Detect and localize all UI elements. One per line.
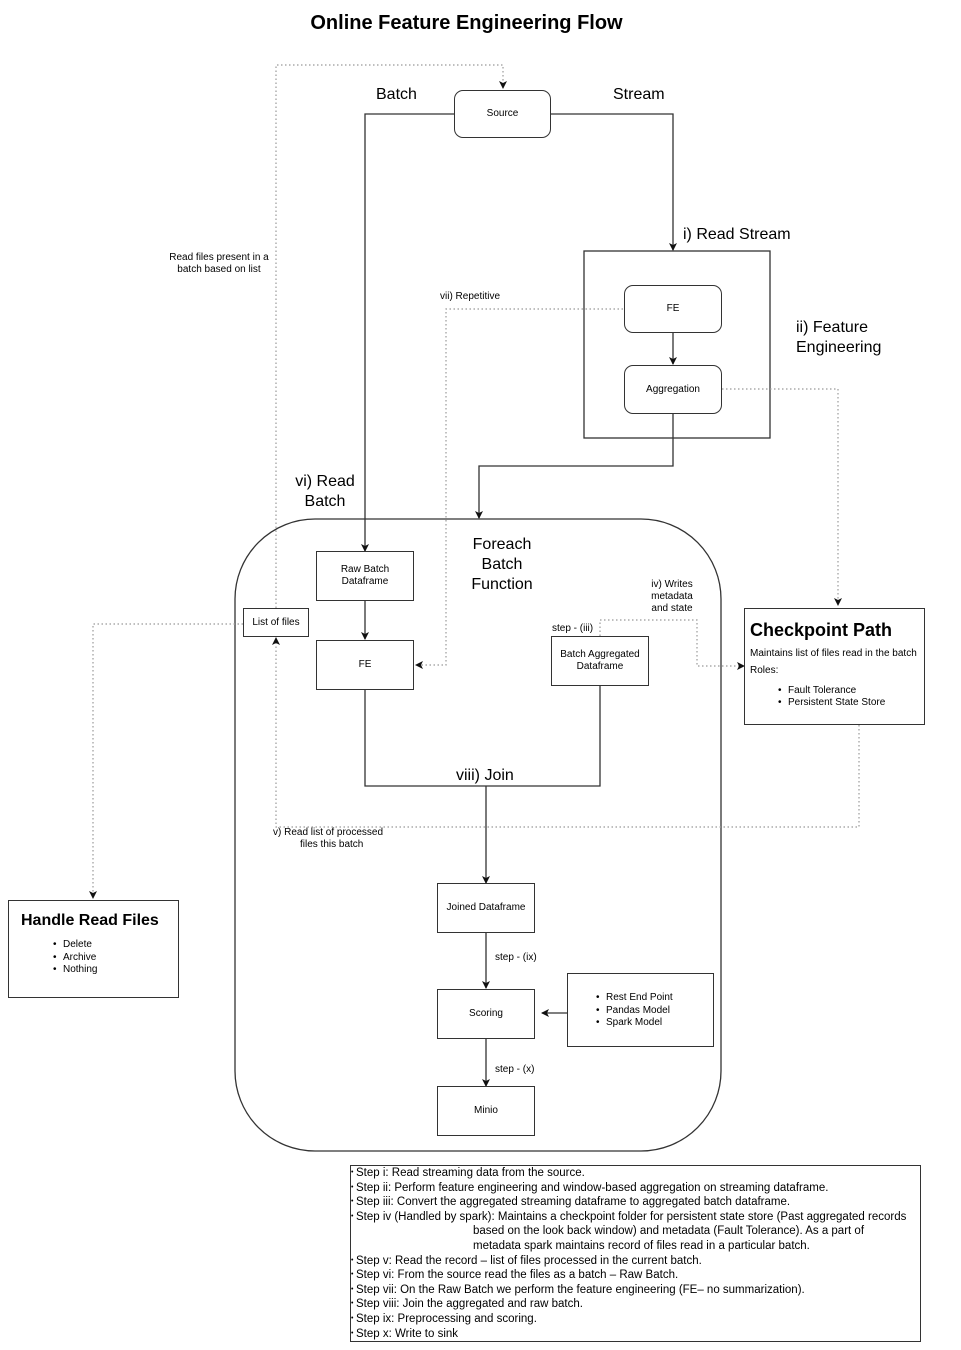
checkpoint-role-item: Fault Tolerance [778,685,924,697]
raw-batch-label-line: Dataframe [341,576,389,587]
step-text: Step viii: Join the aggregated and raw b… [356,1298,583,1311]
read-processed-label-line: v) Read list of processed [273,827,384,838]
join-label: viii) Join [456,767,514,784]
step-x-label: step - (x) [495,1064,535,1075]
batch-label: Batch [376,86,417,103]
read-processed-label-line: files this batch [300,839,364,850]
step-text: Step ii: Perform feature engineering and… [356,1181,829,1194]
read-processed-label: v) Read list of processed files this bat… [273,827,383,851]
batch-aggregated-dataframe-node[interactable]: Batch Aggregated Dataframe [551,636,649,686]
step-text: Step iii: Convert the aggregated streami… [356,1196,791,1209]
edge-source-to-stream [551,113,677,251]
scoring-node[interactable]: Scoring [437,989,535,1039]
batch-fe-label: FE [358,659,372,670]
read-batch-label: vi) Read Batch [290,472,360,512]
checkpoint-role-item: Persistent State Store [778,697,924,709]
foreach-label-line: Foreach [472,536,532,553]
step-text: Step v: Read the record – list of files … [356,1254,702,1267]
scoring-model-item: Pandas Model [596,1005,713,1018]
joined-dataframe-label: Joined Dataframe [446,902,526,913]
scoring-label: Scoring [469,1008,503,1019]
scoring-models-card: Rest End Point Pandas Model Spark Model [567,973,714,1047]
step-text: Step ix: Preprocessing and scoring. [356,1312,537,1325]
writes-metadata-label-line: and state [651,603,693,614]
step-text: Step i: Read streaming data from the sou… [356,1167,585,1179]
scoring-model-item: Spark Model [596,1017,713,1030]
read-batch-label-line: Batch [304,493,346,510]
scoring-models-list: Rest End Point Pandas Model Spark Model [596,992,713,1030]
aggregation-label: Aggregation [646,383,700,395]
edge-aggregation-to-checkpoint [722,388,842,606]
edge-list-to-handle-files [89,623,243,899]
stream-fe-label: FE [666,303,680,314]
writes-metadata-label-line: iv) Writes [651,579,693,590]
step-item: Step iii: Convert the aggregated streami… [351,1195,920,1210]
source-node-label: Source [486,108,519,119]
stream-fe-node[interactable]: FE [624,285,722,333]
step-ix-label: step - (ix) [495,952,537,963]
checkpoint-roles-list: Fault Tolerance Persistent State Store [750,685,924,709]
edge-repetitive [415,308,623,669]
step-iii-label: step - (iii) [552,623,594,634]
step-text: Step iv (Handled by spark): Maintains a … [356,1210,907,1223]
step-item: Step ix: Preprocessing and scoring. [351,1312,920,1327]
read-files-present-label: Read files present in a batch based on l… [160,252,278,276]
batch-fe-node[interactable]: FE [316,640,414,690]
feature-engineering-label-line: Engineering [796,339,882,356]
handle-read-files-list: Delete Archive Nothing [21,939,178,977]
checkpoint-path-card: Checkpoint Path Maintains list of files … [744,608,925,725]
handle-option-item: Nothing [53,964,178,977]
writes-metadata-label-line: metadata [651,591,693,602]
foreach-batch-label: Foreach Batch Function [462,535,542,595]
steps-legend: Step i: Read streaming data from the sou… [350,1165,921,1342]
stream-label: Stream [613,86,665,103]
step-item: Step viii: Join the aggregated and raw b… [351,1297,920,1312]
foreach-label-line: Batch [481,556,523,573]
batch-aggregated-label-line: Batch Aggregated [560,649,640,660]
list-of-files-node[interactable]: List of files [243,608,309,637]
handle-read-files-card: Handle Read Files Delete Archive Nothing [8,900,179,998]
raw-batch-label-line: Raw Batch [340,564,390,575]
step-item: Step v: Read the record – list of files … [351,1254,920,1269]
read-stream-label: i) Read Stream [683,226,791,243]
step-item: Step vii: On the Raw Batch we perform th… [351,1283,920,1298]
feature-engineering-label: ii) Feature Engineering [796,318,881,358]
scoring-model-item: Rest End Point [596,992,713,1005]
step-item: Step x: Write to sink [351,1327,920,1342]
read-files-label-line: Read files present in a [169,252,269,263]
raw-batch-dataframe-node[interactable]: Raw Batch Dataframe [316,551,414,601]
step-text: Step vi: From the source read the files … [356,1269,679,1282]
checkpoint-title: Checkpoint Path [750,620,893,640]
step-item: Step iv (Handled by spark): Maintains a … [351,1210,920,1254]
feature-engineering-label-line: ii) Feature [796,319,869,336]
diagram-title: Online Feature Engineering Flow [310,12,623,34]
read-files-label-line: batch based on list [177,264,261,275]
minio-label: Minio [474,1105,498,1116]
checkpoint-roles-label: Roles: [750,665,779,676]
handle-option-item: Archive [53,952,178,965]
step-text: Step x: Write to sink [356,1327,459,1340]
edge-aggregation-to-foreach [475,413,674,519]
step-item: Step vi: From the source read the files … [351,1268,920,1283]
step-item: Step ii: Perform feature engineering and… [351,1181,920,1196]
minio-node[interactable]: Minio [437,1086,535,1136]
handle-option-item: Delete [53,939,178,952]
foreach-label-line: Function [471,576,533,593]
source-node[interactable]: Source [454,90,551,138]
edge-list-to-source [275,64,507,608]
edge-source-to-raw-batch [361,113,455,552]
read-batch-label-line: vi) Read [295,473,355,490]
batch-aggregated-label-line: Dataframe [576,661,624,672]
step-continuation: based on the look back window) and metad… [473,1225,865,1238]
writes-metadata-label: iv) Writes metadata and state [642,579,702,615]
aggregation-node[interactable]: Aggregation [624,365,722,414]
handle-read-files-title: Handle Read Files [21,912,159,929]
step-item: Step i: Read streaming data from the sou… [351,1166,920,1181]
step-text: Step vii: On the Raw Batch we perform th… [356,1283,805,1296]
repetitive-label: vii) Repetitive [440,291,501,302]
list-of-files-label: List of files [252,616,300,628]
joined-dataframe-node[interactable]: Joined Dataframe [437,883,535,933]
checkpoint-description: Maintains list of files read in the batc… [750,648,917,659]
step-continuation: metadata spark maintains record of files… [473,1239,810,1252]
